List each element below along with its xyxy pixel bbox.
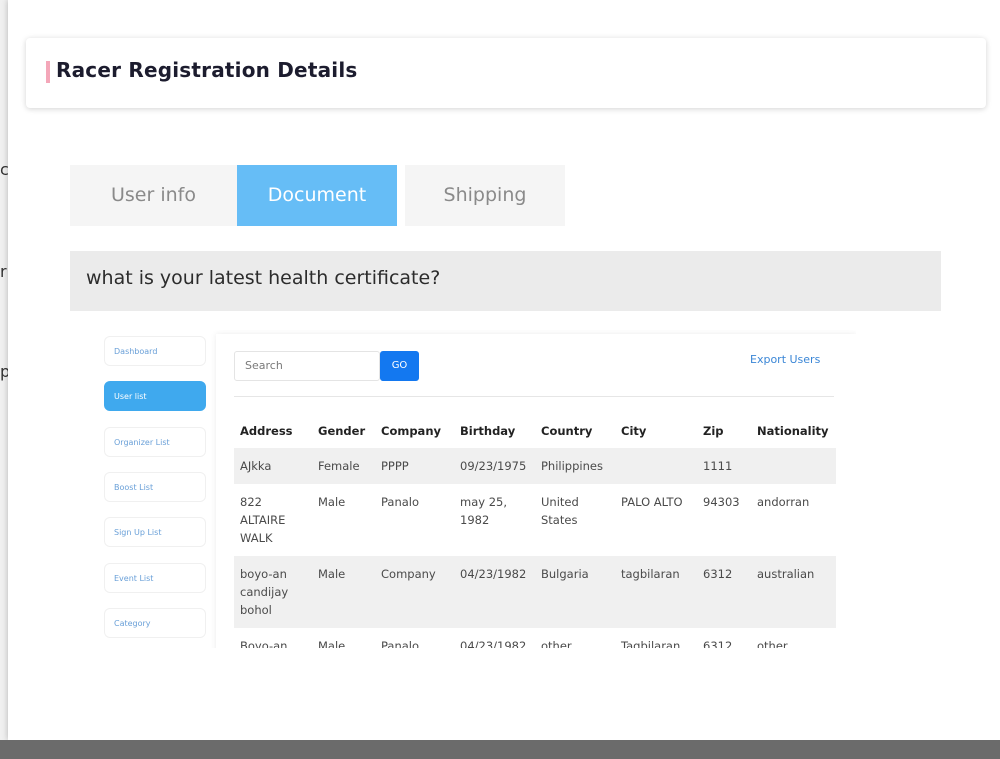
table-cell: AJkka [234,448,312,484]
table-cell: PPPP [375,448,454,484]
tab-document[interactable]: Document [237,165,397,226]
table-cell: 09/23/1975 [454,448,535,484]
question-bar: what is your latest health certificate? [70,251,941,311]
tab-user-info[interactable]: User info [70,165,237,226]
table-cell: Panalo [381,495,420,509]
go-button: GO [380,351,419,381]
column-header: Country [541,424,593,438]
table-cell: 822 ALTAIRE WALK [240,495,286,545]
modal-header: Racer Registration Details [26,38,986,108]
table-cell: 6312 [703,639,733,648]
table-row: Boyo-an Male Panalo 04/23/1982 other Tag… [234,628,836,648]
column-header: Gender [318,424,366,438]
sidebar-item-category: Category [104,608,206,638]
table-row: 822 ALTAIRE WALK Male Panalo may 25, 198… [234,484,836,556]
registration-modal: Racer Registration Details User info Doc… [8,0,1000,740]
table-cell [615,448,697,484]
question-label: what is your latest health certificate? [86,267,441,289]
table-cell: tagbilaran [615,556,697,628]
table-cell: Philippines [535,448,615,484]
table-cell: 04/23/1982 [454,556,535,628]
sidebar-item-boost-list: Boost List [104,472,206,502]
table-cell: 6312 [697,556,751,628]
table-cell: Bulgaria [535,556,615,628]
table-cell: Boyo-an [240,639,288,648]
table-cell: United States [541,495,579,527]
table-cell: other [757,639,788,648]
table-cell: Panalo [381,639,420,648]
table-cell: 1111 [697,448,751,484]
tab-shipping[interactable]: Shipping [405,165,565,226]
header-accent-bar [46,61,50,83]
table-cell: other [541,639,572,648]
search-input: Search [234,351,380,381]
table-cell: australian [751,556,836,628]
table-cell: Tagbilaran [621,639,681,648]
divider [234,396,834,397]
table-cell: may 25, 1982 [460,495,507,527]
table-cell: Company [375,556,454,628]
table-header-row: Address Gender Company Birthday Country … [234,416,836,448]
table-row: AJkka Female PPPP 09/23/1975 Philippines… [234,448,836,484]
column-header: Birthday [460,424,516,438]
sidebar-item-user-list: User list [104,381,206,411]
sidebar-item-sign-up-list: Sign Up List [104,517,206,547]
column-header: Zip [703,424,724,438]
overlay-backdrop [0,740,1000,759]
health-certificate-image: Dashboard User list Organizer List Boost… [96,330,856,648]
table-cell: Male [318,639,346,648]
table-cell: Male [318,495,346,509]
column-header: Nationality [757,424,829,438]
sidebar-item-event-list: Event List [104,563,206,593]
table-cell: andorran [757,495,810,509]
export-users-link: Export Users [750,353,821,366]
background-text-fragment: r [0,262,7,281]
table-cell: PALO ALTO [621,495,683,509]
table-cell [751,448,836,484]
users-table: Address Gender Company Birthday Country … [234,416,836,648]
sidebar-item-dashboard: Dashboard [104,336,206,366]
table-cell: Female [312,448,375,484]
column-header: City [621,424,647,438]
page-title: Racer Registration Details [56,58,358,82]
table-row: boyo-an candijay bohol Male Company 04/2… [234,556,836,628]
table-cell: Male [312,556,375,628]
column-header: Address [240,424,293,438]
table-cell: boyo-an candijay bohol [234,556,312,628]
sidebar-item-organizer-list: Organizer List [104,427,206,457]
column-header: Company [381,424,441,438]
user-list-panel: Search GO Export Users Address Gender Co… [216,334,856,648]
table-cell: 94303 [703,495,740,509]
table-cell: 04/23/1982 [460,639,527,648]
